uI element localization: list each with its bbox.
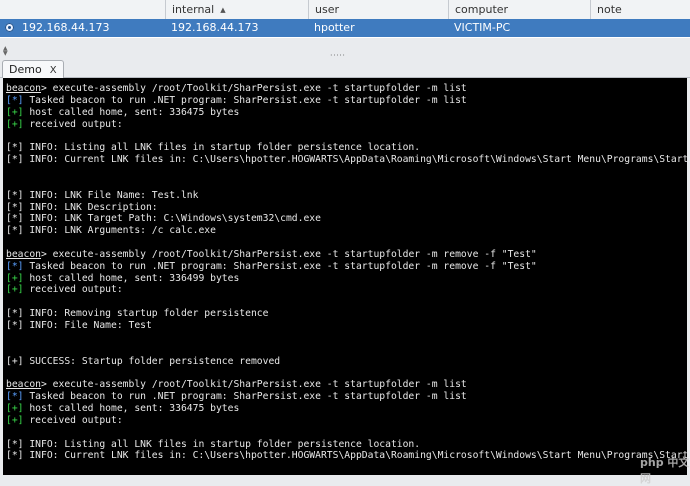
column-header-external[interactable] — [0, 0, 165, 19]
console-line-text: host called home, sent: 336499 bytes — [23, 272, 240, 284]
session-table-header: internal ▲ user computer note — [0, 0, 690, 20]
console-line: [*] INFO: LNK Arguments: /c calc.exe — [6, 225, 216, 237]
console-line-text: > execute-assembly /root/Toolkit/SharPer… — [41, 379, 467, 391]
console-line-prefix: [+] — [6, 355, 24, 367]
console-line-prefix: [*] — [6, 260, 24, 272]
close-icon[interactable]: X — [50, 65, 57, 76]
console-line-prefix: [+] — [6, 402, 24, 414]
console-line-prefix: [+] — [6, 106, 24, 118]
console-line-prefix: [+] — [6, 272, 24, 284]
console-line: [*] INFO: Current LNK files in: C:\Users… — [6, 450, 687, 462]
console-line: [*] Tasked beacon to run .NET program: S… — [6, 95, 467, 107]
beacon-session-icon — [5, 23, 14, 32]
column-header-note[interactable]: note — [590, 0, 690, 19]
beacon-console[interactable]: beacon> execute-assembly /root/Toolkit/S… — [3, 78, 687, 475]
console-line-prefix: [*] — [6, 201, 24, 213]
console-line-prefix: [+] — [6, 414, 24, 426]
console-line: [*] INFO: File Name: Test — [6, 320, 152, 332]
console-line-prefix: [*] — [6, 142, 24, 154]
console-line-text: received output: — [23, 284, 123, 296]
sort-ascending-icon: ▲ — [220, 6, 226, 14]
console-line-prefix: [*] — [6, 320, 24, 331]
console-line-text: received output: — [23, 118, 123, 130]
console-line-text: Tasked beacon to run .NET program: SharP… — [23, 391, 467, 403]
column-header-computer[interactable]: computer — [448, 0, 590, 19]
console-line-text: INFO: LNK Target Path: C:\Windows\system… — [23, 213, 321, 225]
session-table: internal ▲ user computer note 192.168.44.… — [0, 0, 690, 38]
console-line-prefix: [*] — [6, 391, 24, 403]
console-line: [+] received output: — [6, 284, 123, 296]
console-line-prefix: [*] — [6, 213, 24, 225]
console-line-prefix: [+] — [6, 118, 24, 130]
console-line-text: INFO: File Name: Test — [23, 320, 152, 331]
console-line: [+] host called home, sent: 336499 bytes — [6, 273, 239, 285]
console-line-prefix: [*] — [6, 438, 24, 450]
console-line: beacon> execute-assembly /root/Toolkit/S… — [6, 83, 467, 95]
console-line: [*] INFO: Current LNK files in: C:\Users… — [6, 154, 687, 166]
console-line: [*] INFO: Removing startup folder persis… — [6, 308, 268, 320]
watermark-logo: php 中文网 — [640, 456, 690, 485]
cell-external: 192.168.44.173 — [22, 21, 110, 34]
cell-user: hpotter — [314, 21, 355, 34]
tab-demo[interactable]: Demo X — [2, 60, 64, 78]
console-line: [*] INFO: LNK Description: — [6, 202, 158, 214]
cell-computer: VICTIM-PC — [454, 21, 511, 34]
console-line: beacon> execute-assembly /root/Toolkit/S… — [6, 249, 537, 261]
console-line: beacon> execute-assembly /root/Toolkit/S… — [6, 379, 467, 391]
tab-label: Demo — [9, 63, 42, 76]
cell-note — [590, 19, 690, 37]
console-line-text: Tasked beacon to run .NET program: SharP… — [23, 94, 467, 106]
splitter-collapse-icon[interactable]: ▲ ▼ — [3, 46, 8, 57]
console-line-text: INFO: LNK File Name: Test.lnk — [23, 189, 199, 201]
console-line: [+] received output: — [6, 119, 123, 131]
console-line: [*] INFO: LNK Target Path: C:\Windows\sy… — [6, 213, 321, 225]
console-line: [*] Tasked beacon to run .NET program: S… — [6, 391, 467, 403]
console-line-text: INFO: Listing all LNK files in startup f… — [23, 142, 421, 154]
beacon-prompt: beacon — [6, 83, 41, 94]
console-line-prefix: [*] — [6, 225, 24, 237]
console-line-prefix: [+] — [6, 284, 24, 296]
console-line: [+] received output: — [6, 415, 123, 427]
console-line-text: host called home, sent: 336475 bytes — [23, 402, 240, 414]
console-line-prefix: [*] — [6, 94, 24, 106]
console-line-prefix: [*] — [6, 189, 24, 201]
console-line-text: INFO: LNK Arguments: /c calc.exe — [23, 225, 216, 237]
cell-internal: 192.168.44.173 — [171, 21, 259, 34]
console-line-text: > execute-assembly /root/Toolkit/SharPer… — [41, 83, 467, 94]
console-line: [+] SUCCESS: Startup folder persistence … — [6, 356, 280, 368]
column-header-internal[interactable]: internal ▲ — [165, 0, 308, 19]
console-line-text: SUCCESS: Startup folder persistence remo… — [23, 355, 281, 367]
column-header-user[interactable]: user — [308, 0, 448, 19]
console-line-text: INFO: Removing startup folder persistenc… — [23, 308, 269, 320]
console-line-prefix: [*] — [6, 308, 24, 320]
console-line-text: Tasked beacon to run .NET program: SharP… — [23, 260, 537, 272]
console-line-text: INFO: Listing all LNK files in startup f… — [23, 438, 421, 450]
console-line-text: received output: — [23, 414, 123, 426]
console-line: [*] INFO: LNK File Name: Test.lnk — [6, 190, 198, 202]
beacon-prompt: beacon — [6, 248, 41, 260]
console-line-text: INFO: Current LNK files in: C:\Users\hpo… — [23, 154, 687, 166]
console-line-prefix: [*] — [6, 450, 24, 462]
console-line-text: > execute-assembly /root/Toolkit/SharPer… — [41, 248, 537, 260]
console-line-prefix: [*] — [6, 154, 24, 166]
console-line: [*] INFO: Listing all LNK files in start… — [6, 142, 420, 154]
beacon-prompt: beacon — [6, 379, 41, 391]
console-line-text: INFO: LNK Description: — [23, 201, 158, 213]
console-line: [*] INFO: Listing all LNK files in start… — [6, 439, 420, 451]
console-line-text: INFO: Current LNK files in: C:\Users\hpo… — [23, 450, 687, 462]
console-line: [*] Tasked beacon to run .NET program: S… — [6, 261, 537, 273]
tab-bar: Demo X — [0, 58, 690, 78]
console-line: [+] host called home, sent: 336475 bytes — [6, 403, 239, 415]
session-row[interactable]: 192.168.44.173 192.168.44.173 hpotter VI… — [0, 19, 690, 37]
console-line-text: host called home, sent: 336475 bytes — [23, 106, 240, 118]
console-line: [+] host called home, sent: 336475 bytes — [6, 107, 239, 119]
pane-splitter[interactable]: ▲ ▼ · · · · · — [0, 38, 690, 60]
